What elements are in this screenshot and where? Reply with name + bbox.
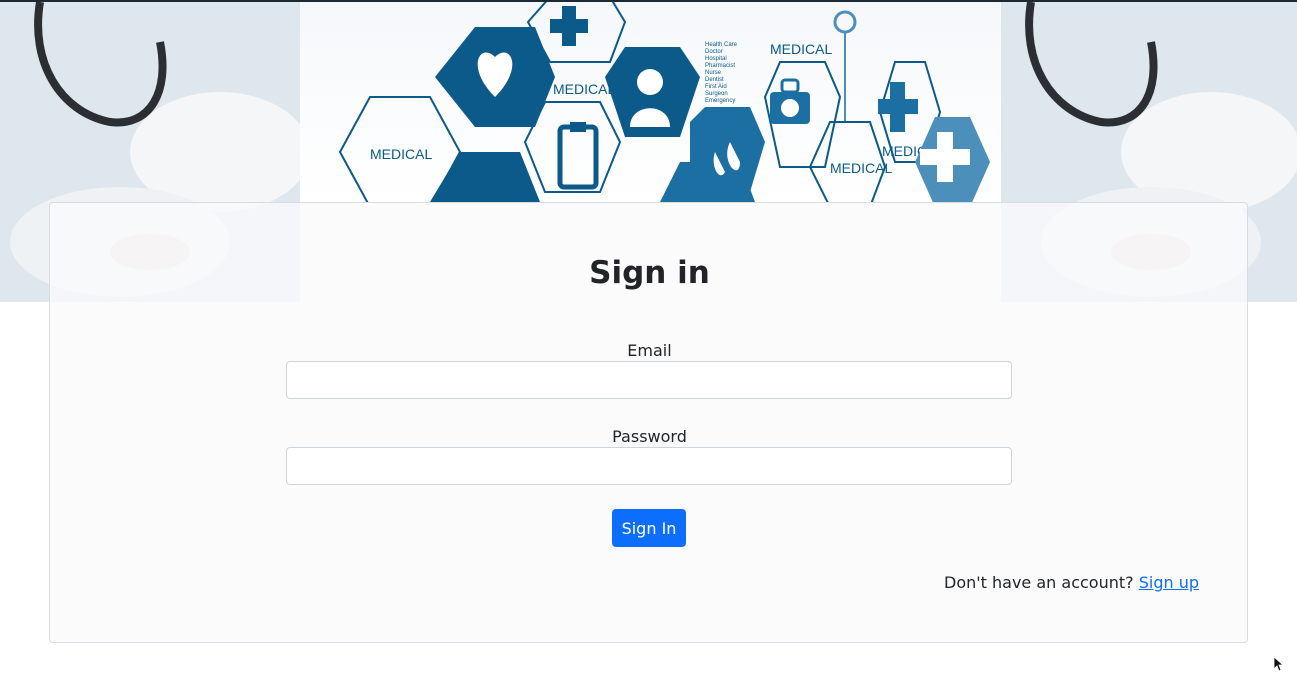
list-item: Surgeon [705,91,728,97]
signin-card: Sign in Email Password Sign In Don't hav… [49,202,1248,643]
password-label: Password [612,427,687,446]
list-item: Emergency [705,98,735,104]
list-item: Nurse [705,70,722,76]
hex-label-2: MEDICAL [553,81,615,97]
hex-label-3: MEDICAL [770,41,832,57]
list-item: Doctor [705,49,723,55]
password-field[interactable] [286,447,1012,485]
email-label: Email [627,341,672,360]
page-title: Sign in [589,255,710,291]
services-list: Health Care Doctor Hospital Pharmacist N… [705,42,738,104]
list-item: Hospital [705,56,727,62]
medical-hex-graphic: MEDICAL MEDICAL Health Care Doctor Hospi… [300,2,1001,208]
signup-prompt-text: Don't have an account? [944,573,1134,592]
sign-up-link[interactable]: Sign up [1139,573,1199,592]
list-item: First Aid [705,84,727,90]
list-item: Pharmacist [705,63,735,69]
mouse-cursor-icon [1273,656,1285,675]
list-item: Dentist [705,77,724,83]
signup-prompt-row: Don't have an account? Sign up [944,573,1199,592]
email-field[interactable] [286,361,1012,399]
list-item: Health Care [705,42,738,48]
sign-in-button[interactable]: Sign In [612,509,686,547]
hex-label-4: MEDICAL [830,160,892,176]
medical-icons-illustration: MEDICAL MEDICAL Health Care Doctor Hospi… [338,2,990,208]
hex-label-1: MEDICAL [370,146,432,162]
